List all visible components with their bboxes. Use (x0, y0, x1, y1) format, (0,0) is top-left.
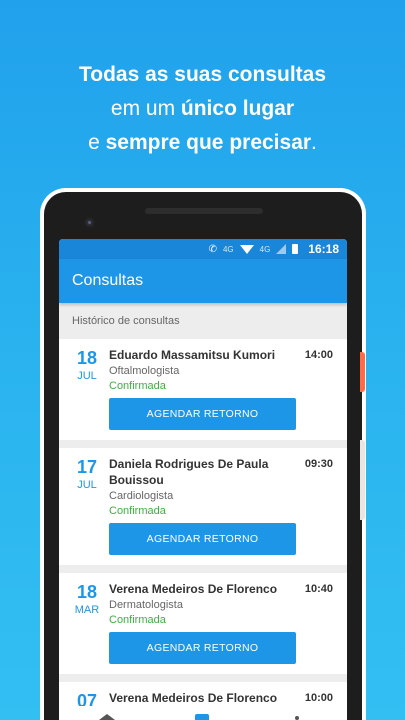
date-month: JUL (77, 479, 97, 491)
date-month: JUL (77, 370, 97, 382)
appointment-status: Confirmada (109, 380, 166, 392)
appointment-status: Confirmada (109, 505, 166, 517)
doctor-specialty: Oftalmologista (109, 365, 180, 377)
home-icon[interactable] (99, 714, 115, 720)
doctor-name: Daniela Rodrigues De Paula Bouissou (109, 457, 269, 487)
appointment-status: Confirmada (109, 614, 166, 626)
network-label-2: 4G (259, 244, 271, 254)
appointment-time: 10:00 (304, 692, 333, 704)
section-title: Histórico de consultas (72, 315, 180, 327)
doctor-specialty: Cardiologista (109, 490, 174, 502)
status-time: 16:18 (308, 242, 339, 256)
appointment-time: 09:30 (304, 458, 333, 470)
call-icon: ✆ (208, 243, 217, 255)
doctor-name: Verena Medeiros De Florenco (109, 691, 278, 705)
appointment-card[interactable]: 18 JUL 14:00 Eduardo Massamitsu Kumori O… (59, 339, 347, 440)
date-month: MAR (74, 604, 100, 616)
schedule-return-button[interactable]: AGENDAR RETORNO (109, 523, 296, 555)
wifi-icon (239, 244, 254, 254)
headline-line-2: em um único lugar (110, 97, 295, 120)
calendar-icon[interactable] (195, 714, 209, 720)
phone-screen: ✆ 4G 4G 16:18 Consultas Histórico de con… (59, 239, 347, 720)
network-label: 4G (222, 244, 234, 254)
page-title: Consultas (72, 272, 144, 289)
appointment-time: 14:00 (304, 349, 333, 361)
status-bar: ✆ 4G 4G 16:18 (59, 239, 347, 259)
battery-icon (292, 244, 299, 254)
signal-icon (276, 244, 287, 254)
schedule-return-button[interactable]: AGENDAR RETORNO (109, 632, 296, 664)
appointment-date: 18 JUL (67, 347, 107, 383)
app-bar: Consultas (59, 259, 347, 303)
appointment-time: 10:40 (304, 583, 333, 595)
appointment-date: 18 MAR (67, 581, 107, 617)
bottom-navigation (59, 706, 347, 720)
date-day: 18 (76, 348, 98, 368)
camera-icon (84, 217, 95, 228)
appointment-card[interactable]: 18 MAR 10:40 Verena Medeiros De Florenco… (59, 573, 347, 674)
phone-volume-button (360, 440, 365, 520)
headline-line-1: Todas as suas consultas (78, 63, 327, 86)
phone-speaker (145, 208, 263, 214)
doctor-name: Eduardo Massamitsu Kumori (109, 348, 276, 362)
schedule-return-button[interactable]: AGENDAR RETORNO (109, 398, 296, 430)
phone-side-button (360, 352, 365, 392)
appointment-card[interactable]: 17 JUL 09:30 Daniela Rodrigues De Paula … (59, 448, 347, 565)
headline-line-3: e sempre que precisar. (88, 131, 317, 154)
doctor-specialty: Dermatologista (109, 599, 183, 611)
doctor-name: Verena Medeiros De Florenco (109, 582, 278, 596)
appointment-date: 17 JUL (67, 456, 107, 492)
date-day: 17 (76, 457, 98, 477)
promo-headline: Todas as suas consultas em um único luga… (0, 58, 405, 160)
date-day: 18 (76, 582, 98, 602)
more-icon[interactable] (295, 716, 299, 720)
